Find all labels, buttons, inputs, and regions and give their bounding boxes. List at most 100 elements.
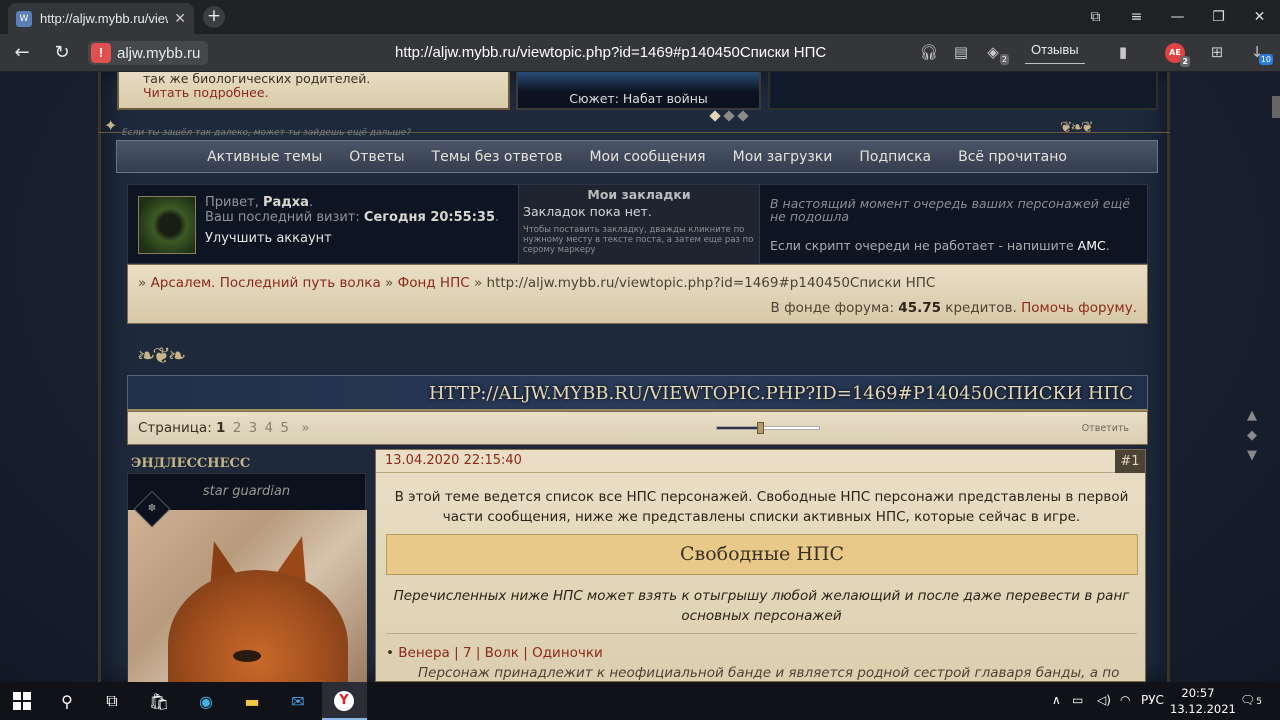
clock-time: 20:57 — [1181, 686, 1215, 700]
language-indicator[interactable]: РУС — [1141, 693, 1164, 707]
slider-dot[interactable] — [737, 110, 749, 122]
announcement-text: так же биологических родителей. — [143, 72, 371, 86]
nav-replies[interactable]: Ответы — [349, 149, 404, 165]
reply-link[interactable]: Ответить — [1082, 423, 1129, 434]
scroll-up-icon[interactable]: ▲ — [1245, 406, 1259, 426]
fund-label: В фонде форума: — [770, 300, 899, 316]
page-viewport: так же биологических родителей. Читать п… — [0, 72, 1280, 682]
npc-entry-link[interactable]: Венера | 7 | Волк | Одиночки — [398, 645, 603, 661]
tab-close-icon[interactable]: ✕ — [174, 11, 186, 27]
windows-logo-icon — [13, 692, 31, 710]
slider-dot-active[interactable] — [709, 110, 721, 122]
scrollbar[interactable] — [1272, 96, 1280, 118]
close-window-icon[interactable]: ✕ — [1239, 0, 1280, 34]
breadcrumb-forum[interactable]: Арсалем. Последний путь волка — [151, 275, 381, 291]
upgrade-account-link[interactable]: Улучшить аккаунт — [205, 231, 332, 246]
window-controls: ⧉ ≡ — ❐ ✕ — [1075, 0, 1280, 34]
page-link[interactable]: 5 — [280, 420, 289, 436]
battery-icon[interactable]: ▭ — [1072, 693, 1083, 707]
task-view-icon[interactable]: ⧉ — [100, 689, 124, 713]
breadcrumb-sep: » — [138, 275, 147, 291]
collections-icon[interactable]: ⊞ — [1206, 43, 1228, 61]
clock[interactable]: 20:57 13.12.2021 — [1170, 685, 1236, 717]
notifications-icon[interactable]: 🗨︎5 — [1240, 693, 1262, 707]
queue-status: В настоящий момент очередь ваших персона… — [770, 196, 1130, 224]
post-author-name[interactable]: ЭНДЛЕССНЕСС — [131, 456, 250, 471]
site-chip[interactable]: ! aljw.mybb.ru — [88, 41, 209, 65]
store-icon[interactable]: 🛍︎ — [147, 689, 171, 713]
post-number[interactable]: #1 — [1115, 450, 1145, 473]
queue-fallback: Если скрипт очереди не работает - напиши… — [770, 238, 1110, 253]
slider-handle[interactable] — [756, 422, 764, 434]
next-page-link[interactable]: » — [301, 420, 309, 436]
user-name[interactable]: Радха — [263, 195, 309, 210]
headphones-icon[interactable]: 🎧︎ — [918, 43, 940, 61]
reviews-button[interactable]: Отзывы — [1025, 42, 1085, 64]
extensions-badge: 2 — [999, 54, 1009, 65]
ams-link[interactable]: АМС — [1078, 238, 1106, 253]
nav-unanswered[interactable]: Темы без ответов — [432, 149, 563, 165]
scroll-down-icon[interactable]: ▼ — [1245, 446, 1259, 466]
url-field[interactable]: http://aljw.mybb.ru/viewtopic.php?id=146… — [395, 44, 826, 61]
forum-fund: В фонде форума: 45.75 кредитов. Помочь ф… — [771, 300, 1137, 316]
extensions-icon[interactable]: ◈ 2 — [982, 43, 1009, 65]
tray-overflow-icon[interactable]: ∧ — [1052, 693, 1061, 707]
back-arrow-icon[interactable]: ← — [10, 42, 34, 63]
breadcrumb-section[interactable]: Фонд НПС — [398, 275, 470, 291]
edge-icon[interactable]: ◉ — [194, 689, 218, 713]
menu-icon[interactable]: ≡ — [1116, 0, 1157, 34]
page-label: Страница: — [138, 420, 217, 436]
reload-icon[interactable]: ↻ — [50, 42, 74, 63]
fox-head — [168, 570, 348, 682]
volume-icon[interactable]: ◁) — [1097, 693, 1111, 707]
current-page: 1 — [216, 420, 226, 436]
nav-active-topics[interactable]: Активные темы — [207, 149, 322, 165]
user-greeting: Привет, Радха. Ваш последний визит: Сего… — [205, 195, 499, 225]
announcement-box: так же биологических родителей. Читать п… — [117, 72, 510, 110]
page-link[interactable]: 3 — [249, 420, 258, 436]
topic-title-bar: HTTP://ALJW.MYBB.RU/VIEWTOPIC.PHP?ID=146… — [127, 375, 1148, 411]
reader-mode-icon[interactable]: ▤ — [950, 43, 972, 61]
mail-icon[interactable]: ✉ — [286, 689, 310, 713]
file-explorer-icon[interactable]: ▬ — [240, 689, 264, 713]
page-link[interactable]: 4 — [265, 420, 274, 436]
plot-banner[interactable]: Сюжет: Набат войны — [516, 72, 761, 110]
yandex-browser-taskbar[interactable]: Y — [322, 682, 367, 720]
scroll-middle-icon[interactable]: ◆ — [1245, 426, 1259, 446]
ornament-leaves-icon: ❦❧❦ — [1060, 118, 1094, 136]
font-size-slider[interactable] — [716, 422, 820, 434]
restore-icon[interactable]: ❐ — [1198, 0, 1239, 34]
minimize-icon[interactable]: — — [1157, 0, 1198, 34]
nav-mark-read[interactable]: Всё прочитано — [958, 149, 1067, 165]
start-button[interactable] — [10, 689, 34, 713]
bookmarks-hint: Чтобы поставить закладку, дважды кликнит… — [523, 225, 754, 255]
help-forum-link[interactable]: Помочь форуму. — [1021, 300, 1137, 316]
breadcrumb: » Арсалем. Последний путь волка » Фонд Н… — [138, 275, 935, 291]
fund-value: 45.75 — [898, 300, 941, 316]
fund-unit: кредитов. — [941, 300, 1022, 316]
search-icon[interactable]: ⚲ — [55, 689, 79, 713]
profile-avatar[interactable]: АЕ 2 — [1165, 43, 1190, 67]
bookmarks-panel-icon[interactable]: ⧉ — [1075, 0, 1116, 34]
pagination: Страница: 1 2 3 4 5 » — [138, 420, 310, 436]
queue-fallback-text: Если скрипт очереди не работает - напиши… — [770, 238, 1078, 253]
address-bar: ← ↻ ! aljw.mybb.ru http://aljw.mybb.ru/v… — [0, 34, 1280, 72]
post-date-link[interactable]: 13.04.2020 22:15:40 — [385, 453, 522, 468]
nav-my-posts[interactable]: Мои сообщения — [589, 149, 705, 165]
wifi-icon[interactable]: ◠ — [1120, 693, 1130, 707]
bookmark-icon[interactable]: ▮ — [1112, 43, 1134, 61]
read-more-link[interactable]: Читать подробнее. — [143, 85, 269, 100]
bookmarks-empty: Закладок пока нет. — [523, 204, 652, 219]
nav-my-uploads[interactable]: Мои загрузки — [733, 149, 833, 165]
bookmarks-title: Мои закладки — [587, 187, 691, 202]
nav-subscription[interactable]: Подписка — [859, 149, 931, 165]
user-info-row: Привет, Радха. Ваш последний визит: Сего… — [127, 184, 1148, 265]
user-avatar[interactable] — [138, 196, 196, 254]
breadcrumb-box: » Арсалем. Последний путь волка » Фонд Н… — [127, 264, 1148, 324]
page-link[interactable]: 2 — [233, 420, 242, 436]
windows-taskbar: ⚲ ⧉ 🛍︎ ◉ ▬ ✉ Y ∧ ▭ ◁) ◠ РУС 20:57 13.12.… — [0, 682, 1280, 720]
downloads-icon[interactable]: ↓ 10 — [1246, 43, 1273, 65]
browser-tab[interactable]: W http://aljw.mybb.ru/viewt ✕ — [8, 3, 194, 34]
slider-dot[interactable] — [723, 110, 735, 122]
new-tab-button[interactable]: + — [203, 6, 225, 28]
